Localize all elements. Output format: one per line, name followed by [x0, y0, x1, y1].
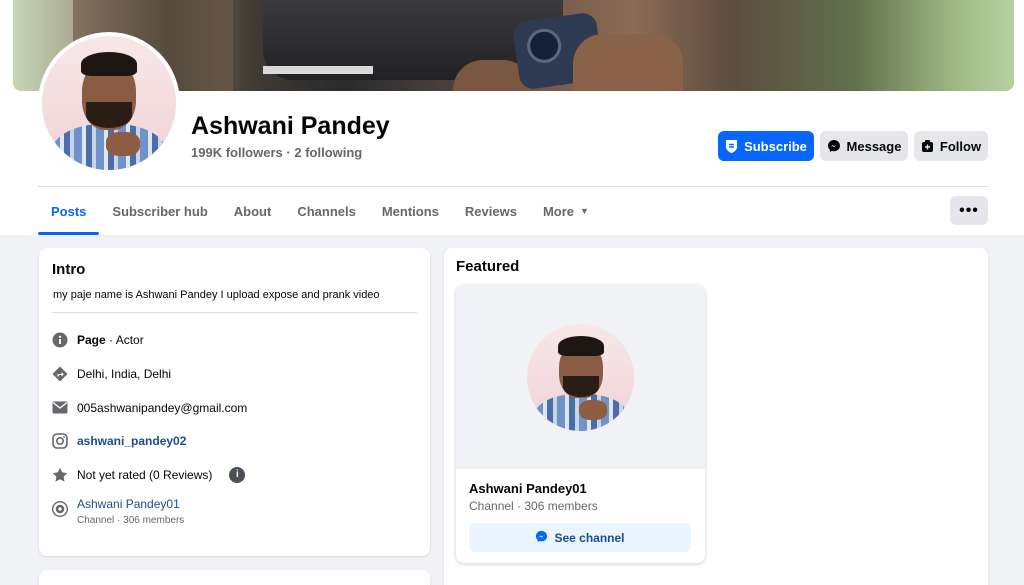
intro-row-instagram: ashwani_pandey02 [51, 432, 186, 449]
intro-row-rating: Not yet rated (0 Reviews) i [51, 466, 246, 483]
channel-avatar-hand [579, 400, 607, 420]
see-channel-button[interactable]: See channel [469, 523, 691, 552]
stats-separator: · [286, 145, 291, 160]
featured-title: Featured [456, 258, 520, 275]
directions-icon [51, 365, 68, 382]
rating-info-icon[interactable]: i [229, 466, 246, 483]
intro-channel-name[interactable]: Ashwani Pandey01 [77, 497, 184, 511]
profile-header: Ashwani Pandey 199K followers · 2 follow… [0, 0, 1024, 235]
featured-channel-name[interactable]: Ashwani Pandey01 [469, 481, 587, 496]
profile-avatar[interactable] [38, 32, 180, 174]
follow-icon [921, 139, 934, 153]
intro-card: Intro my paje name is Ashwani Pandey I u… [39, 248, 430, 556]
instagram-link[interactable]: ashwani_pandey02 [77, 434, 186, 448]
email-text[interactable]: 005ashwanipandey@gmail.com [77, 401, 247, 415]
messenger-icon [535, 530, 548, 546]
tab-posts[interactable]: Posts [38, 187, 100, 235]
location-text: Delhi, India, Delhi [77, 366, 172, 381]
tab-more-label: More [542, 203, 574, 219]
channel-icon [51, 500, 68, 517]
page-sep: · [105, 332, 116, 347]
profile-name: Ashwani Pandey [191, 112, 390, 140]
intro-row-email: 005ashwanipandey@gmail.com [51, 399, 247, 416]
cover-hand-right [573, 34, 683, 91]
intro-divider [52, 312, 417, 313]
messenger-icon [827, 139, 841, 153]
mail-icon [51, 399, 68, 416]
tab-reviews[interactable]: Reviews [452, 187, 530, 235]
tab-about-label: About [233, 203, 272, 219]
tab-reviews-label: Reviews [464, 203, 517, 219]
info-icon [51, 331, 68, 348]
caret-down-icon: ▼ [580, 206, 589, 216]
featured-channel-card[interactable]: Ashwani Pandey01 Channel · 306 members S… [456, 285, 705, 563]
tab-about[interactable]: About [221, 187, 285, 235]
cover-phone-lens [524, 26, 564, 66]
profile-stats: 199K followers · 2 following [191, 145, 362, 160]
instagram-icon [51, 432, 68, 449]
channel-avatar[interactable] [527, 324, 634, 431]
intro-title: Intro [52, 261, 86, 278]
page-category: Actor [115, 332, 144, 347]
cover-sleeve-stripe [263, 66, 373, 74]
next-card [39, 570, 430, 585]
channel-info: Ashwani Pandey01 Channel · 306 members [77, 497, 184, 526]
message-button[interactable]: Message [820, 131, 908, 161]
intro-row-page: Page · Actor [51, 331, 144, 348]
page-label: Page [77, 332, 106, 347]
more-dots-icon: ••• [959, 201, 979, 219]
subscribe-label: Subscribe [744, 138, 807, 154]
follow-button[interactable]: Follow [914, 131, 988, 161]
follow-label: Follow [939, 138, 982, 154]
channel-avatar-beard [563, 376, 599, 397]
shield-icon [725, 139, 738, 153]
message-label: Message [846, 138, 902, 154]
following-link[interactable]: 2 following [294, 145, 362, 160]
tab-subscriber-hub-label: Subscriber hub [112, 203, 208, 219]
tab-mentions[interactable]: Mentions [369, 187, 452, 235]
intro-row-location: Delhi, India, Delhi [51, 365, 171, 382]
avatar-hand [106, 132, 140, 156]
tab-channels-label: Channels [297, 203, 356, 219]
more-options-button[interactable]: ••• [950, 196, 988, 225]
intro-bio: my paje name is Ashwani Pandey I upload … [53, 289, 380, 301]
see-channel-label: See channel [554, 530, 625, 545]
tab-more[interactable]: More ▼ [530, 187, 602, 235]
followers-link[interactable]: 199K followers [191, 145, 283, 160]
featured-card: Featured Ashwani Pandey01 Channel · 306 … [444, 248, 988, 585]
intro-row-channel[interactable]: Ashwani Pandey01 Channel · 306 members [51, 497, 184, 526]
intro-channel-meta: Channel · 306 members [77, 515, 185, 526]
tab-posts-label: Posts [51, 203, 87, 219]
tab-mentions-label: Mentions [381, 203, 439, 219]
tab-subscriber-hub[interactable]: Subscriber hub [99, 187, 220, 235]
star-icon [51, 466, 68, 483]
avatar-beard [86, 102, 132, 128]
subscribe-button[interactable]: Subscribe [718, 131, 814, 161]
tab-channels[interactable]: Channels [284, 187, 369, 235]
featured-channel-meta: Channel · 306 members [469, 499, 598, 513]
page-type: Page · Actor [77, 333, 144, 347]
avatar-photo [42, 36, 176, 170]
profile-tabs: Posts Subscriber hub About Channels Ment… [38, 187, 602, 235]
rating-text: Not yet rated (0 Reviews) [77, 467, 213, 482]
avatar-hair [81, 52, 137, 76]
channel-avatar-hair [558, 336, 604, 356]
